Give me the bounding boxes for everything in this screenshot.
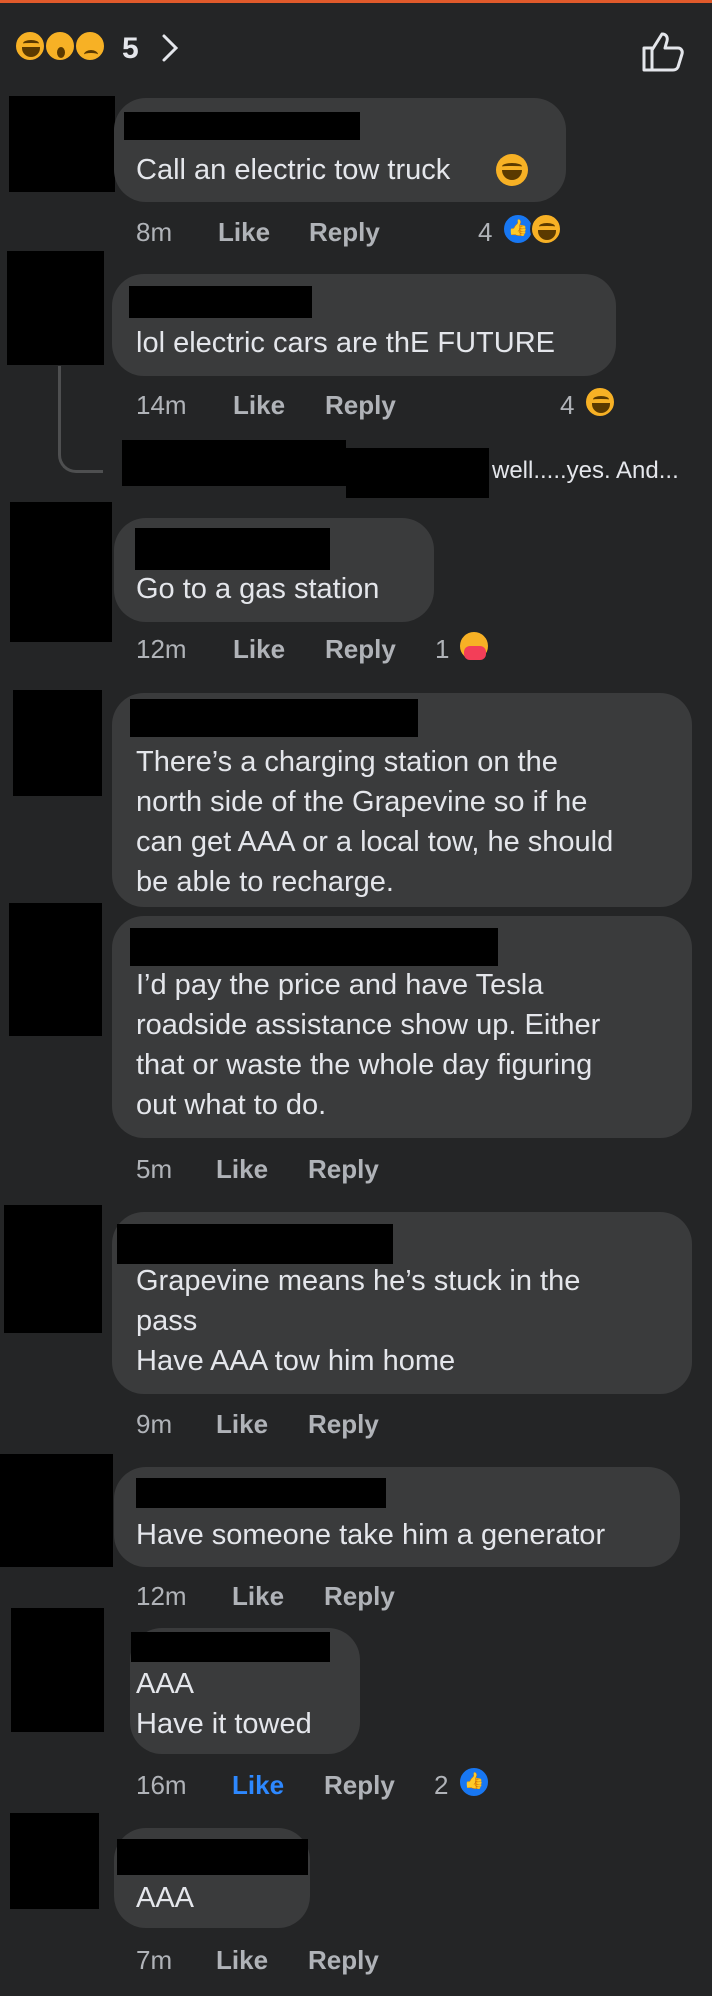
avatar[interactable] xyxy=(7,251,104,365)
commenter-name[interactable] xyxy=(135,528,330,570)
comment-text: There’s a charging station on the north … xyxy=(136,746,614,898)
comment-text: Go to a gas station xyxy=(136,573,380,605)
reply-button[interactable]: Reply xyxy=(324,1770,395,1801)
avatar[interactable] xyxy=(10,1813,99,1909)
avatar[interactable] xyxy=(9,903,102,1036)
thumbs-up-icon[interactable] xyxy=(640,28,686,74)
like-button[interactable]: Like xyxy=(216,1409,268,1440)
comment-text: AAA xyxy=(136,1882,195,1914)
commenter-name[interactable] xyxy=(129,286,312,318)
like-button[interactable]: Like xyxy=(216,1945,268,1976)
reply-button[interactable]: Reply xyxy=(325,634,396,665)
like-button[interactable]: Like xyxy=(233,634,285,665)
comment-time[interactable]: 8m xyxy=(136,217,172,248)
care-reaction-icon xyxy=(458,630,490,662)
avatar[interactable] xyxy=(13,690,102,796)
comment-time[interactable]: 12m xyxy=(136,634,187,665)
reply-button[interactable]: Reply xyxy=(308,1154,379,1185)
comment-time[interactable]: 14m xyxy=(136,390,187,421)
reaction-count[interactable]: 1 xyxy=(435,634,449,665)
comment-time[interactable]: 5m xyxy=(136,1154,172,1185)
commenter-name[interactable] xyxy=(130,928,498,966)
comment-time[interactable]: 7m xyxy=(136,1945,172,1976)
commenter-name[interactable] xyxy=(124,112,360,140)
comment-time[interactable]: 12m xyxy=(136,1581,187,1612)
reply-button[interactable]: Reply xyxy=(308,1945,379,1976)
comment-text: Have someone take him a generator xyxy=(136,1519,606,1551)
like-button[interactable]: Like xyxy=(232,1770,284,1801)
like-button[interactable]: Like xyxy=(218,217,270,248)
comment-text: lol electric cars are thE FUTURE xyxy=(136,327,555,359)
avatar[interactable] xyxy=(10,502,112,642)
chevron-right-icon[interactable] xyxy=(160,32,180,64)
reaction-total: 5 xyxy=(122,32,139,65)
comment-text: Call an electric tow truck xyxy=(136,154,451,186)
reaction-summary[interactable]: 5 xyxy=(14,28,184,68)
commenter-name[interactable] xyxy=(117,1839,308,1875)
reply-button[interactable]: Reply xyxy=(308,1409,379,1440)
like-button[interactable]: Like xyxy=(233,390,285,421)
commenter-name[interactable] xyxy=(130,699,418,737)
haha-reaction-icon xyxy=(14,30,46,62)
reaction-count[interactable]: 4 xyxy=(560,390,574,421)
reaction-count[interactable]: 4 xyxy=(478,217,492,248)
like-button[interactable]: Like xyxy=(232,1581,284,1612)
haha-reaction-icon xyxy=(584,386,616,418)
reply-button[interactable]: Reply xyxy=(324,1581,395,1612)
reply-button[interactable]: Reply xyxy=(309,217,380,248)
thread-connector xyxy=(58,366,103,473)
reaction-count[interactable]: 2 xyxy=(434,1770,448,1801)
comment-text: Grapevine means he’s stuck in the pass H… xyxy=(136,1265,581,1377)
comment-text: I’d pay the price and have Tesla roadsid… xyxy=(136,969,601,1121)
reply-avatar[interactable] xyxy=(122,440,346,486)
avatar[interactable] xyxy=(4,1205,102,1333)
avatar[interactable] xyxy=(9,96,115,192)
commenter-name[interactable] xyxy=(117,1224,393,1264)
reply-preview-text[interactable]: well.....yes. And... xyxy=(492,457,679,485)
avatar[interactable] xyxy=(11,1608,104,1732)
haha-reaction-icon xyxy=(530,213,562,245)
like-reaction-icon xyxy=(458,1766,490,1798)
commenter-name[interactable] xyxy=(131,1632,330,1662)
reply-author-name[interactable] xyxy=(346,448,489,498)
reply-button[interactable]: Reply xyxy=(325,390,396,421)
top-accent-bar xyxy=(0,0,712,3)
comment-time[interactable]: 9m xyxy=(136,1409,172,1440)
like-button[interactable]: Like xyxy=(216,1154,268,1185)
wow-reaction-icon xyxy=(44,30,76,62)
laughing-emoji-icon xyxy=(496,154,528,186)
avatar[interactable] xyxy=(0,1454,113,1567)
comment-text: AAA Have it towed xyxy=(136,1668,312,1740)
comment-time[interactable]: 16m xyxy=(136,1770,187,1801)
sad-reaction-icon xyxy=(74,30,106,62)
commenter-name[interactable] xyxy=(136,1478,386,1508)
